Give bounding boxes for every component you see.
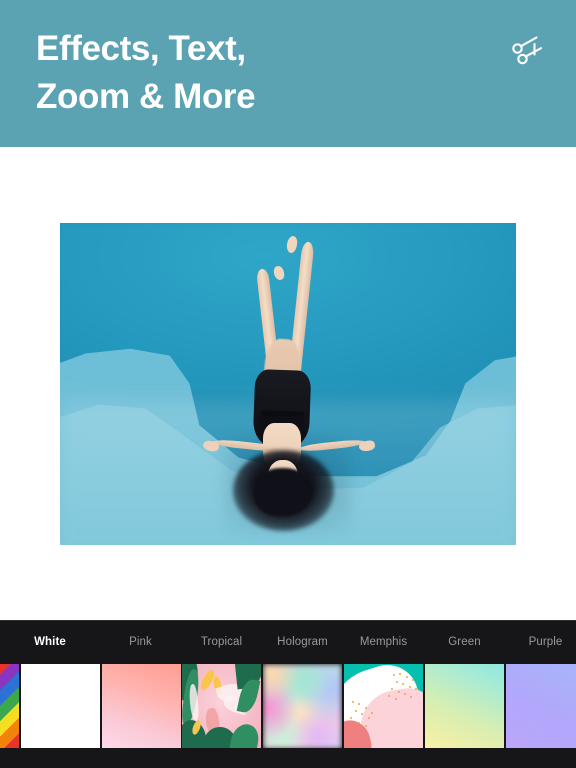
thumbnail-hologram[interactable] (263, 664, 342, 749)
thumbnail-pink[interactable] (102, 664, 181, 749)
memphis-confetti (344, 664, 423, 749)
thumbnail-memphis[interactable] (344, 664, 423, 749)
photo-preview[interactable] (60, 223, 516, 545)
scissors-icon[interactable] (504, 28, 550, 74)
header-banner: Effects, Text, Zoom & More (0, 0, 576, 147)
pool-photo (60, 223, 516, 545)
foot-left (284, 234, 300, 254)
tab-purple[interactable]: Purple (505, 636, 576, 648)
page-title: Effects, Text, Zoom & More (36, 29, 256, 116)
tab-hologram[interactable]: Hologram (262, 636, 343, 648)
thumbnail-white[interactable] (21, 664, 100, 749)
filter-bar-footer (0, 748, 576, 768)
thumbnail-tropical[interactable] (182, 664, 261, 749)
thumbnail-purple[interactable] (506, 664, 576, 749)
thumbnail-green[interactable] (425, 664, 504, 749)
hologram-gradient (263, 664, 342, 749)
foot-right (272, 264, 285, 281)
tab-green[interactable]: Green (424, 636, 505, 648)
thumbnail-rainbow[interactable] (0, 664, 19, 749)
tab-tropical[interactable]: Tropical (181, 636, 262, 648)
tab-white[interactable]: White (0, 636, 100, 648)
filter-tab-list[interactable]: White Pink Tropical Hologram Memphis Gre… (0, 621, 576, 663)
app-root: Effects, Text, Zoom & More White Pink Tr… (0, 0, 576, 768)
floating-person (60, 223, 516, 545)
tab-memphis[interactable]: Memphis (343, 636, 424, 648)
tab-pink[interactable]: Pink (100, 636, 181, 648)
filter-bar: White Pink Tropical Hologram Memphis Gre… (0, 620, 576, 768)
editor-canvas[interactable] (0, 147, 576, 620)
